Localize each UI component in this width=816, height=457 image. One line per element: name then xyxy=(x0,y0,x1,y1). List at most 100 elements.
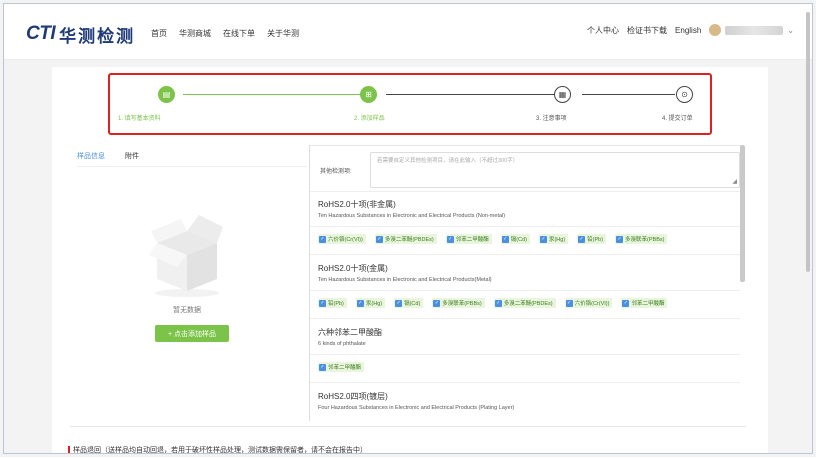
step-label-1[interactable]: 1. 填写基本资料 xyxy=(118,113,161,122)
checkbox-checked-icon: ✓ xyxy=(616,235,624,243)
tag-checkbox[interactable]: ✓ 邻苯二甲酸酯 xyxy=(318,362,365,372)
user-nav: 个人中心 检证书下载 English ⌄ xyxy=(587,24,794,36)
document-icon: ▦ xyxy=(554,86,571,103)
checkbox-checked-icon: ✓ xyxy=(501,235,509,243)
nav-order[interactable]: 在线下单 xyxy=(223,28,255,39)
tag-checkbox[interactable]: ✓ 铅(Pb) xyxy=(577,234,607,244)
nav-about[interactable]: 关于华测 xyxy=(267,28,299,39)
sample-tabs: 样品信息 附件 xyxy=(77,151,139,167)
nav-home[interactable]: 首页 xyxy=(151,28,167,39)
test-items-panel: 其他检测项: 若需要自定义其他检测项目，请在此输入（不超过300字） ◢ RoH… xyxy=(309,145,743,421)
step-connector-3 xyxy=(582,94,675,95)
section-divider xyxy=(310,254,740,255)
step-connector-2 xyxy=(386,94,562,95)
panel-scrollbar[interactable] xyxy=(740,145,745,282)
test-section: RoHS2.0十项(金属) Ten Hazardous Substances i… xyxy=(310,256,740,319)
tag-label: 六价铬(Cr(VI)) xyxy=(574,301,610,307)
tag-checkbox[interactable]: ✓ 六价铬(Cr(VI)) xyxy=(318,234,366,244)
section-divider xyxy=(310,318,740,319)
avatar xyxy=(709,24,722,36)
tag-checkbox[interactable]: ✓ 六价铬(Cr(VI)) xyxy=(564,298,613,308)
logo[interactable]: CTI 华测检测 xyxy=(26,23,136,46)
tag-list: ✓ 六价铬(Cr(VI)) ✓ 多溴二苯醚(PBDEs) ✓ 邻苯二甲酸酯 ✓ 镉(Cd… xyxy=(318,234,668,244)
section-divider xyxy=(310,354,740,355)
section-title: 六种邻苯二甲酸酯 xyxy=(318,328,382,337)
section-divider xyxy=(310,382,740,383)
checkbox-checked-icon: ✓ xyxy=(565,299,573,307)
logo-cn: 华测检测 xyxy=(59,26,136,46)
tab-divider xyxy=(77,166,307,167)
tag-checkbox[interactable]: ✓ 镉(Cd) xyxy=(394,298,424,308)
tag-checkbox[interactable]: ✓ 铅(Pb) xyxy=(318,298,347,308)
checkbox-checked-icon: ✓ xyxy=(622,299,630,307)
tab-sample-info[interactable]: 样品信息 xyxy=(77,151,105,167)
other-items-label: 其他检测项: xyxy=(320,169,352,175)
empty-text: 暂无数据 xyxy=(173,307,201,314)
required-marker xyxy=(68,446,70,453)
tab-attachments[interactable]: 附件 xyxy=(125,151,139,167)
tag-label: 邻苯二甲酸酯 xyxy=(328,365,362,371)
test-section: 六种邻苯二甲酸酯 6 kinds of phthalate ✓ 邻苯二甲酸酯 xyxy=(310,320,740,383)
tag-checkbox[interactable]: ✓ 邻苯二甲酸酯 xyxy=(621,298,668,308)
order-stepper: ▤ ⊞ ▦ ⊙ 1. 填写基本资料 2. 添加样品 3. 注意事项 4. 提交订… xyxy=(108,73,712,135)
other-items-textarea[interactable]: 若需要自定义其他检测项目，请在此输入（不超过300字） ◢ xyxy=(370,152,740,188)
section-title: RoHS2.0十项(非金属) xyxy=(318,200,396,209)
step-label-2[interactable]: 2. 添加样品 xyxy=(354,113,385,122)
tag-list: ✓ 铅(Pb) ✓ 汞(Hg) ✓ 镉(Cd) ✓ 多溴联苯(PBBs) ✓ 多溴二苯醚(… xyxy=(318,298,668,308)
checkbox-checked-icon: ✓ xyxy=(395,299,403,307)
nav-certificate-download[interactable]: 检证书下载 xyxy=(627,25,667,36)
user-menu[interactable]: ⌄ xyxy=(709,24,794,36)
checkbox-checked-icon: ✓ xyxy=(356,299,364,307)
tag-label: 邻苯二甲酸酯 xyxy=(631,301,665,307)
step-connector-1 xyxy=(183,94,366,95)
page-scrollbar[interactable] xyxy=(806,12,810,272)
tag-checkbox[interactable]: ✓ 多溴二苯醚(PBDEs) xyxy=(374,234,437,244)
logo-en: CTI xyxy=(26,23,56,44)
sample-icon: ⊞ xyxy=(360,86,377,103)
tag-label: 多溴二苯醚(PBDEs) xyxy=(384,237,434,243)
tag-checkbox[interactable]: ✓ 汞(Hg) xyxy=(355,298,386,308)
tag-checkbox[interactable]: ✓ 多溴二苯醚(PBDEs) xyxy=(493,298,556,308)
checkbox-checked-icon: ✓ xyxy=(319,299,326,307)
other-items-row: 其他检测项: 若需要自定义其他检测项目，请在此输入（不超过300字） ◢ xyxy=(310,146,740,192)
main-nav: 首页 华测商城 在线下单 关于华测 xyxy=(151,28,299,39)
sample-return-note: 样品退回（送样品均自动回退，若用于破坏性样品处理，测试数据需保留者，请不会在报告… xyxy=(68,445,367,453)
tag-label: 多溴联苯(PBBs) xyxy=(442,301,482,307)
tag-checkbox[interactable]: ✓ 镉(Cd) xyxy=(500,234,530,244)
tag-label: 邻苯二甲酸酯 xyxy=(455,237,489,243)
nav-english[interactable]: English xyxy=(675,26,701,35)
nav-personal-center[interactable]: 个人中心 xyxy=(587,25,619,36)
test-section: RoHS2.0十项(非金属) Ten Hazardous Substances … xyxy=(310,192,740,255)
section-divider xyxy=(310,290,740,291)
checkbox-checked-icon: ✓ xyxy=(539,235,547,243)
tag-checkbox[interactable]: ✓ 邻苯二甲酸酯 xyxy=(445,234,492,244)
chevron-down-icon: ⌄ xyxy=(787,25,794,35)
tag-label: 多溴二苯醚(PBDEs) xyxy=(503,301,553,307)
form-icon: ▤ xyxy=(158,86,175,103)
tag-label: 镉(Cd) xyxy=(510,237,527,243)
nav-shop[interactable]: 华测商城 xyxy=(179,28,211,39)
tag-label: 铅(Pb) xyxy=(328,301,344,307)
empty-box-icon xyxy=(149,215,223,297)
tag-label: 六价铬(Cr(VI)) xyxy=(328,237,363,243)
step-label-4[interactable]: 4. 提交订单 xyxy=(662,113,693,122)
submit-icon: ⊙ xyxy=(676,86,693,103)
tag-checkbox[interactable]: ✓ 多溴联苯(PBBs) xyxy=(432,298,485,308)
section-subtitle: Four Hazardous Substances in Electronic … xyxy=(318,405,515,411)
checkbox-checked-icon: ✓ xyxy=(319,363,326,371)
section-subtitle: Ten Hazardous Substances in Electronic a… xyxy=(318,277,492,283)
checkbox-checked-icon: ✓ xyxy=(578,235,586,243)
tag-checkbox[interactable]: ✓ 多溴联苯(PBBs) xyxy=(615,234,668,244)
section-subtitle: 6 kinds of phthalate xyxy=(318,341,366,347)
tag-label: 汞(Hg) xyxy=(548,237,566,243)
step-label-3[interactable]: 3. 注意事项 xyxy=(536,113,567,122)
section-title: RoHS2.0四项(镀层) xyxy=(318,392,388,401)
checkbox-checked-icon: ✓ xyxy=(319,235,326,243)
tag-checkbox[interactable]: ✓ 汞(Hg) xyxy=(538,234,569,244)
checkbox-checked-icon: ✓ xyxy=(494,299,502,307)
checkbox-checked-icon: ✓ xyxy=(433,299,441,307)
resize-handle-icon[interactable]: ◢ xyxy=(732,178,737,185)
tag-label: 汞(Hg) xyxy=(365,301,383,307)
tag-label: 镉(Cd) xyxy=(404,301,421,307)
add-sample-button[interactable]: + 点击添加样品 xyxy=(155,325,229,342)
